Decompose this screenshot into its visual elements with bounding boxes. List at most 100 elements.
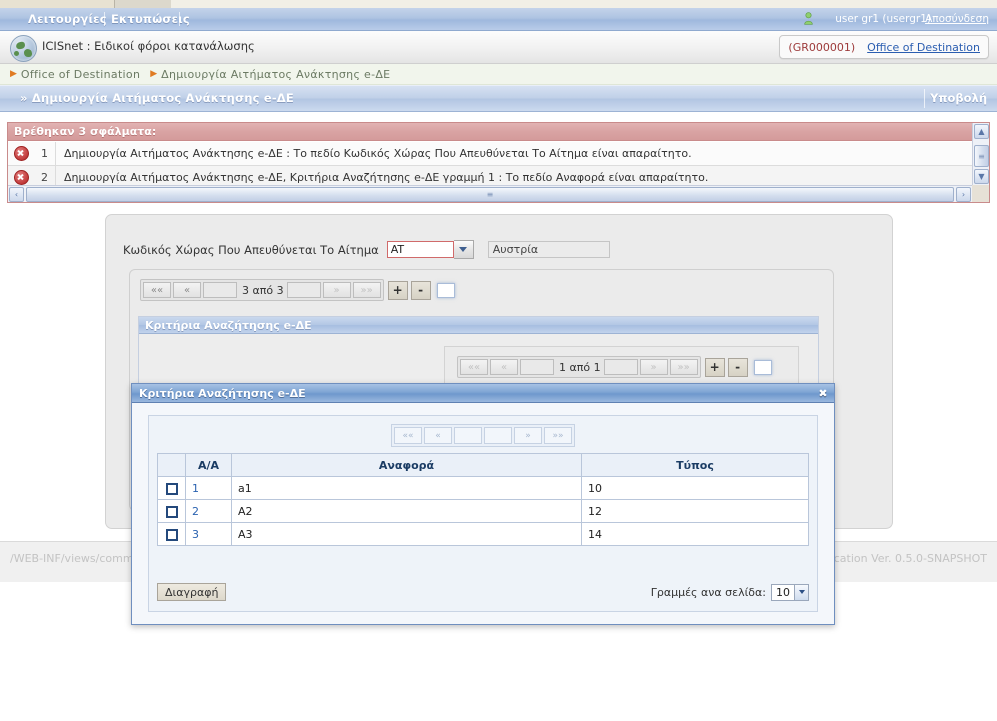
outer-pager-input-right[interactable] — [286, 282, 321, 298]
page-header-prefix: » — [20, 91, 28, 105]
error-horizontal-scrollbar[interactable]: ‹ ≡ › — [8, 185, 972, 202]
row-number-link[interactable]: 3 — [192, 528, 199, 541]
vertical-scroll-thumb[interactable]: ≡ — [974, 145, 989, 167]
modal-pager-prev[interactable]: « — [424, 427, 452, 444]
outer-pager-first[interactable]: «« — [143, 282, 171, 298]
modal-body: «« « » »» A/A Αναφορά Τύπος 1 a1 10 2 A2… — [132, 403, 834, 624]
globe-icon — [10, 35, 37, 62]
modal-pager-first[interactable]: «« — [394, 427, 422, 444]
modal-pager-group: «« « » »» — [391, 424, 575, 447]
row-checkbox[interactable] — [165, 505, 178, 518]
page-header-text: Δημιουργία Αιτήματος Ανάκτησης e-ΔΕ — [31, 91, 294, 105]
criteria-modal-dialog: Κριτήρια Αναζήτησης e-ΔΕ ✖ «« « » »» A/A… — [131, 383, 835, 625]
modal-pager-input-right[interactable] — [484, 427, 512, 444]
criteria-pager-input-left[interactable] — [520, 359, 554, 375]
table-row: 3 A3 14 — [157, 522, 809, 546]
rows-per-page-dropdown-button[interactable] — [794, 584, 808, 600]
row-number-link[interactable]: 1 — [192, 482, 199, 495]
footer-path-label: /WEB-INF/views/common — [10, 552, 148, 565]
breadcrumb: ▶ Office of Destination ▶ Δημιουργία Αιτ… — [0, 64, 997, 85]
row-reference-cell: a1 — [231, 476, 582, 500]
criteria-pager-first[interactable]: «« — [460, 359, 488, 375]
row-select-cell — [157, 476, 186, 500]
app-title-band: ICISnet : Ειδικοί φόροι κατανάλωσης (GR0… — [0, 31, 997, 64]
outer-pager-prev[interactable]: « — [173, 282, 201, 298]
error-row-text: Δημιουργία Αιτήματος Ανάκτησης e-ΔΕ, Κρι… — [64, 171, 709, 184]
outer-pager-next[interactable]: » — [322, 282, 351, 298]
criteria-add-row-button[interactable]: + — [704, 357, 725, 377]
error-panel-header: Βρέθηκαν 3 σφάλματα: — [8, 123, 972, 141]
office-link[interactable]: Office of Destination — [867, 41, 980, 54]
table-row: 2 A2 12 — [157, 499, 809, 523]
scroll-right-button[interactable]: › — [956, 187, 971, 202]
browser-chrome-strip — [0, 0, 997, 9]
modal-pager-input-left[interactable] — [454, 427, 482, 444]
scroll-up-button[interactable]: ▲ — [974, 124, 989, 139]
error-vertical-scrollbar[interactable]: ▲ ≡ ▼ — [972, 123, 989, 185]
outer-pager-indicator[interactable] — [436, 282, 455, 298]
criteria-pager-input-right[interactable] — [603, 359, 638, 375]
error-row-text: Δημιουργία Αιτήματος Ανάκτησης e-ΔΕ : Το… — [64, 147, 692, 160]
error-row: 2 Δημιουργία Αιτήματος Ανάκτησης e-ΔΕ, Κ… — [8, 166, 972, 185]
error-icon — [13, 170, 29, 185]
criteria-pager-actions: + - — [704, 357, 748, 377]
outer-pager-page-text: 3 από 3 — [242, 283, 284, 297]
office-selector[interactable]: (GR000001) Office of Destination — [779, 35, 989, 59]
page-header-bar: » Δημιουργία Αιτήματος Ανάκτησης e-ΔΕ Υπ… — [0, 85, 997, 112]
row-reference-cell: A3 — [231, 522, 582, 546]
modal-footer: Διαγραφή Γραμμές ανα σελίδα: 10 — [157, 581, 809, 603]
breadcrumb-item-office[interactable]: Office of Destination — [21, 68, 140, 81]
scroll-left-button[interactable]: ‹ — [9, 187, 24, 202]
user-info-label: user gr1 (usergr1) — [835, 13, 931, 25]
breadcrumb-arrow-icon-2: ▶ — [150, 69, 158, 79]
outer-remove-row-button[interactable]: - — [410, 280, 431, 300]
rows-per-page-control: Γραμμές ανα σελίδα: 10 — [650, 583, 809, 601]
page-title: ICISnet : Ειδικοί φόροι κατανάλωσης — [42, 39, 255, 53]
office-code: (GR000001) — [788, 40, 856, 54]
country-code-dropdown-button[interactable] — [453, 240, 474, 259]
row-reference-cell: A2 — [231, 499, 582, 523]
row-type-cell: 14 — [581, 522, 809, 546]
outer-pager-last[interactable]: »» — [352, 282, 381, 298]
horizontal-scroll-thumb[interactable]: ≡ — [26, 187, 954, 202]
criteria-pager-prev[interactable]: « — [490, 359, 518, 375]
error-icon-cell — [8, 170, 34, 185]
column-header-select — [157, 453, 186, 477]
criteria-pager-last[interactable]: »» — [669, 359, 698, 375]
country-description-field: Αυστρία — [487, 241, 610, 258]
submit-button[interactable]: Υποβολή — [930, 91, 987, 105]
criteria-remove-row-button[interactable]: - — [727, 357, 748, 377]
modal-pager-next[interactable]: » — [514, 427, 542, 444]
rows-per-page-value: 10 — [776, 585, 790, 599]
column-header-aa: A/A — [185, 453, 232, 477]
close-icon[interactable]: ✖ — [816, 386, 830, 400]
table-header-row: A/A Αναφορά Τύπος — [157, 453, 809, 477]
rows-per-page-label: Γραμμές ανα σελίδα: — [650, 585, 766, 599]
error-row-number: 2 — [34, 166, 56, 185]
page-header-divider — [924, 89, 925, 108]
delete-button[interactable]: Διαγραφή — [157, 583, 227, 601]
row-select-cell — [157, 522, 186, 546]
logout-link[interactable]: Αποσύνδεση — [925, 13, 989, 25]
row-checkbox[interactable] — [165, 528, 178, 541]
row-number-link[interactable]: 2 — [192, 505, 199, 518]
error-panel: Βρέθηκαν 3 σφάλματα: 1 Δημιουργία Αιτήμα… — [7, 122, 990, 203]
outer-add-row-button[interactable]: + — [387, 280, 408, 300]
outer-pager-input-left[interactable] — [203, 282, 237, 298]
modal-pager-last[interactable]: »» — [544, 427, 572, 444]
modal-header: Κριτήρια Αναζήτησης e-ΔΕ ✖ — [132, 384, 834, 403]
breadcrumb-arrow-icon-1: ▶ — [10, 69, 17, 79]
row-number-cell: 3 — [185, 522, 232, 546]
top-menu-bar: Λειτουργίες Εκτυπώσεις user gr1 (usergr1… — [0, 8, 997, 31]
criteria-pager-next[interactable]: » — [639, 359, 668, 375]
criteria-pager-indicator[interactable] — [753, 359, 772, 375]
row-checkbox[interactable] — [165, 482, 178, 495]
menu-item-functions[interactable]: Λειτουργίες — [28, 12, 107, 26]
country-code-input[interactable]: AT — [386, 241, 454, 258]
error-icon-cell — [8, 146, 34, 161]
scroll-down-button[interactable]: ▼ — [974, 169, 989, 184]
criteria-pager-page-text: 1 από 1 — [559, 360, 601, 374]
footer-version-label: pplication Ver. 0.5.0-SNAPSHOT — [813, 552, 987, 565]
scrollbar-corner — [972, 185, 989, 202]
rows-per-page-select[interactable]: 10 — [771, 583, 809, 601]
